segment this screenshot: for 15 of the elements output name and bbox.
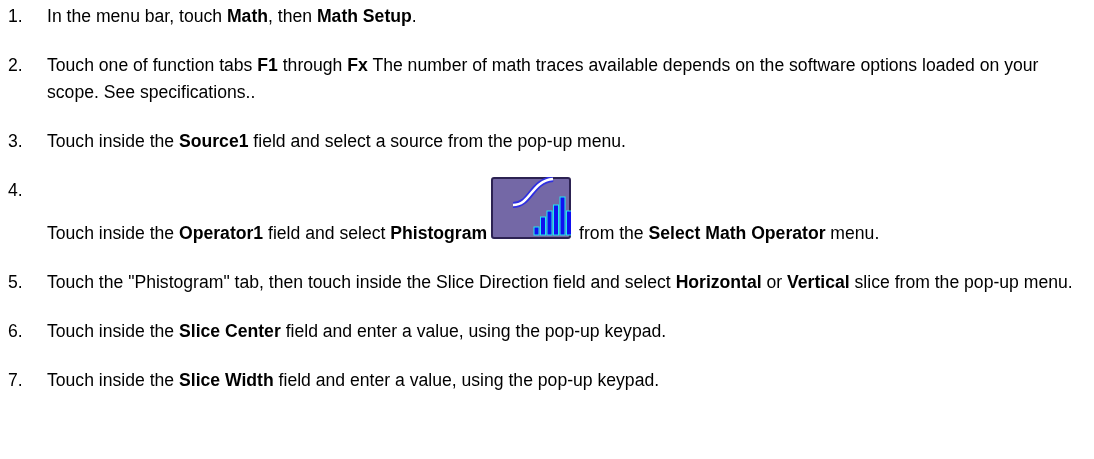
step-text: Touch one of function tabs F1 through Fx The number of math traces available depends on the software options loaded on your scope. See specifications..	[47, 54, 1040, 104]
step-number: 4.	[7, 179, 24, 202]
step-number: 1.	[7, 5, 24, 28]
step-text: Touch inside the Source1 field and select a source from the pop-up menu.	[47, 130, 627, 153]
step-text: Touch inside the Slice Width field and enter a value, using the pop-up keypad.	[47, 369, 661, 392]
step-number: 3.	[7, 130, 24, 153]
step-number: 2.	[7, 54, 24, 77]
step-text: Touch the "Phistogram" tab, then touch inside the Slice Direction field and select Horizontal or Vertical slice from the pop-up menu.	[47, 271, 1074, 294]
step-number: 7.	[7, 369, 24, 392]
step-number: 5.	[7, 271, 24, 294]
step-text: Touch inside the Operator1 field and select Phistogram	[47, 223, 488, 243]
step-number: 6.	[7, 320, 24, 343]
step-text: In the menu bar, touch Math, then Math Setup.	[47, 5, 418, 28]
step-text: Touch inside the Slice Center field and enter a value, using the pop-up keypad.	[47, 320, 668, 343]
step-text: from the Select Math Operator menu.	[579, 223, 880, 243]
